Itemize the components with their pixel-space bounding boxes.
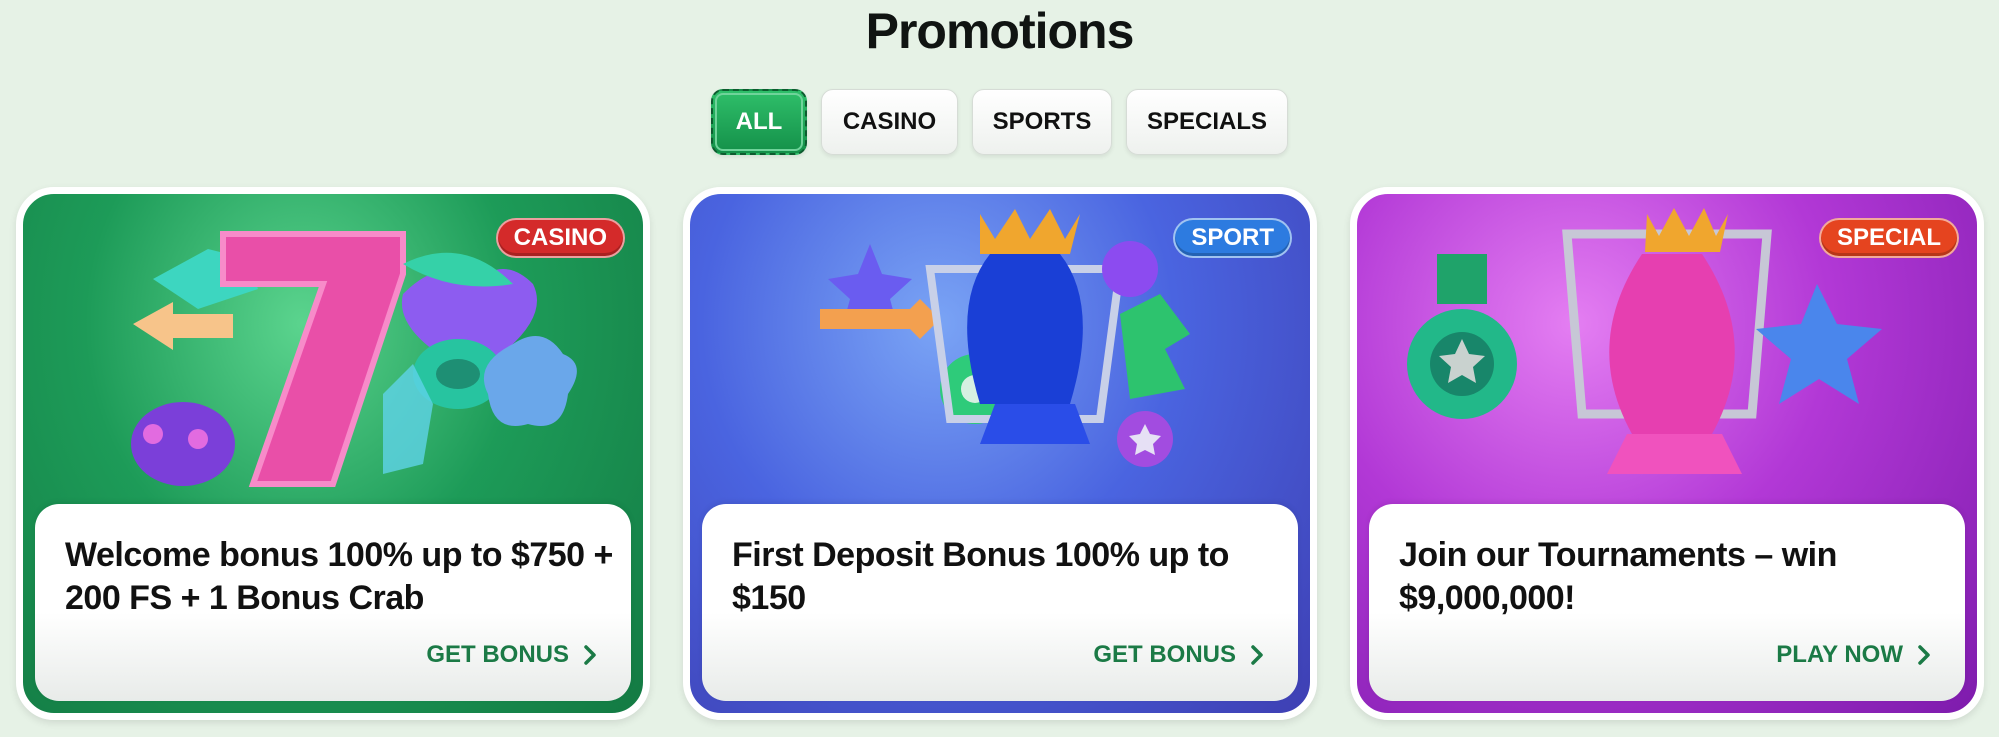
cta-label: PLAY NOW <box>1776 641 1903 668</box>
card-info-panel: First Deposit Bonus 100% up to $150 GET … <box>702 504 1298 701</box>
get-bonus-link[interactable]: GET BONUS <box>1093 637 1264 673</box>
page-title: Promotions <box>865 3 1135 59</box>
promo-title: First Deposit Bonus 100% up to $150 <box>732 536 1229 617</box>
chevron-right-icon <box>1917 644 1931 666</box>
card-info-panel: Join our Tournaments – win $9,000,000! P… <box>1369 504 1965 701</box>
promo-title: Join our Tournaments – win $9,000,000! <box>1399 536 1837 617</box>
promo-card-special[interactable]: SPECIAL Join our Tournaments – win $9,00… <box>1350 187 1984 720</box>
card-info-panel: Welcome bonus 100% up to $750 + 200 FS +… <box>35 504 631 701</box>
card-category-tag: SPORT <box>1173 218 1292 258</box>
chevron-right-icon <box>1250 644 1264 666</box>
get-bonus-link[interactable]: GET BONUS <box>426 637 597 673</box>
cta-label: GET BONUS <box>426 641 569 668</box>
promotion-filter-tabs: ALL CASINO SPORTS SPECIALS <box>0 89 1999 155</box>
chevron-right-icon <box>583 644 597 666</box>
cta-label: GET BONUS <box>1093 641 1236 668</box>
filter-sports-button[interactable]: SPORTS <box>972 89 1112 155</box>
filter-casino-button[interactable]: CASINO <box>821 89 958 155</box>
play-now-link[interactable]: PLAY NOW <box>1776 637 1931 673</box>
card-category-tag: SPECIAL <box>1818 218 1959 258</box>
promo-title: Welcome bonus 100% up to $750 + 200 FS +… <box>65 536 613 617</box>
promotion-cards: CASINO Welcome bonus 100% up to $750 + 2… <box>16 187 1984 720</box>
promo-card-casino[interactable]: CASINO Welcome bonus 100% up to $750 + 2… <box>16 187 650 720</box>
filter-specials-button[interactable]: SPECIALS <box>1126 89 1288 155</box>
promo-card-sport[interactable]: SPORT First Deposit Bonus 100% up to $15… <box>683 187 1317 720</box>
card-category-tag: CASINO <box>495 218 625 258</box>
filter-all-button[interactable]: ALL <box>711 89 807 155</box>
